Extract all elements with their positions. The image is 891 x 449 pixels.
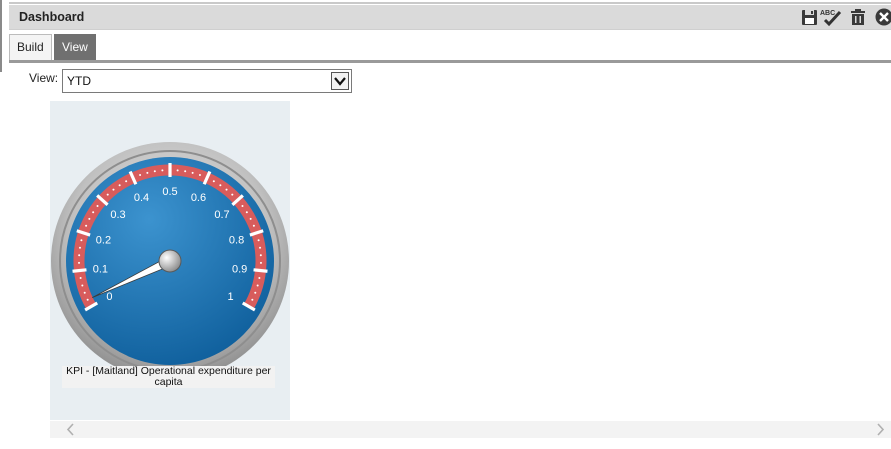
- gauge-tick-label: 0.9: [232, 263, 247, 275]
- gauge-tick-label: 0.7: [214, 209, 229, 221]
- gauge-minor-tick: [254, 291, 257, 294]
- gauge-minor-tick: [88, 217, 91, 220]
- gauge-panel: 0 0.1 0.2 0.3 0.4 0.5 0.6 0.7 0.8 0.9 1 KPI - [Mai…: [50, 101, 290, 420]
- gauge-caption: KPI - [Maitland] Operational expenditure…: [62, 366, 275, 388]
- gauge-minor-tick: [78, 254, 81, 257]
- gauge-minor-tick: [176, 169, 179, 172]
- gauge-minor-tick: [153, 170, 156, 173]
- gauge-tick-label: 0: [106, 291, 112, 303]
- gauge-tick-label: 0.8: [229, 234, 244, 246]
- gauge-minor-tick: [125, 180, 128, 183]
- gauge-minor-tick: [259, 261, 262, 264]
- gauge-minor-tick: [81, 284, 84, 287]
- spellcheck-icon[interactable]: ABC: [819, 7, 845, 27]
- gauge-minor-tick: [92, 211, 95, 214]
- gauge-minor-tick: [259, 254, 262, 257]
- gauge-minor-tick: [78, 246, 81, 249]
- view-select[interactable]: YTD: [62, 69, 352, 93]
- gauge-minor-tick: [252, 224, 255, 227]
- tab-divider: [9, 60, 891, 63]
- tab-build[interactable]: Build: [9, 34, 52, 60]
- gauge-major-tick: [72, 268, 87, 273]
- gauge-minor-tick: [80, 239, 83, 242]
- gauge-major-tick: [253, 268, 268, 273]
- gauge-minor-tick: [118, 184, 121, 187]
- gauge-minor-tick: [78, 261, 81, 264]
- gauge-minor-tick: [86, 298, 89, 301]
- gauge-minor-tick: [83, 291, 86, 294]
- gauge-tick-label: 0.1: [93, 263, 108, 275]
- view-label: View:: [29, 71, 59, 85]
- gauge-tick-label: 0.4: [134, 192, 149, 204]
- gauge-minor-tick: [139, 174, 142, 177]
- gauge-minor-tick: [85, 224, 88, 227]
- gauge-needle-cap: [158, 249, 182, 273]
- gauge-minor-tick: [258, 277, 261, 280]
- close-icon[interactable]: [873, 7, 891, 27]
- gauge-minor-tick: [184, 170, 187, 173]
- top-border: [9, 2, 891, 4]
- gauge-minor-tick: [256, 284, 259, 287]
- gauge-tick-label: 0.6: [191, 192, 206, 204]
- view-select-value: YTD: [67, 74, 91, 88]
- gauge-minor-tick: [225, 188, 228, 191]
- gauge-minor-tick: [219, 184, 222, 187]
- gauge-minor-tick: [106, 193, 109, 196]
- dashboard-header: Dashboard ABC: [9, 5, 891, 30]
- gauge-minor-tick: [251, 298, 254, 301]
- left-edge-rule: [0, 0, 2, 72]
- gauge-minor-tick: [198, 174, 201, 177]
- gauge-minor-tick: [146, 171, 149, 174]
- gauge-minor-tick: [241, 204, 244, 207]
- gauge-minor-tick: [245, 211, 248, 214]
- chevron-right-icon[interactable]: [872, 421, 889, 438]
- gauge-minor-tick: [79, 277, 82, 280]
- gauge-minor-tick: [212, 180, 215, 183]
- gauge-minor-tick: [112, 188, 115, 191]
- chevron-down-icon[interactable]: [331, 72, 349, 90]
- gauge-tick-label: 0.2: [96, 234, 111, 246]
- gauge-minor-tick: [249, 217, 252, 220]
- gauge-minor-tick: [96, 204, 99, 207]
- gauge-minor-tick: [161, 169, 164, 172]
- gauge-minor-tick: [259, 246, 262, 249]
- chevron-left-icon[interactable]: [62, 421, 79, 438]
- gauge-minor-tick: [257, 239, 260, 242]
- gauge-tick-label: 0.3: [110, 209, 125, 221]
- svg-text:ABC: ABC: [820, 10, 835, 17]
- save-icon[interactable]: [799, 7, 821, 27]
- delete-icon[interactable]: [847, 7, 869, 27]
- gauge-tick-label: 1: [228, 291, 234, 303]
- horizontal-scrollbar[interactable]: [50, 421, 891, 438]
- gauge-minor-tick: [231, 193, 234, 196]
- gauge-minor-tick: [191, 171, 194, 174]
- tab-view[interactable]: View: [54, 34, 96, 60]
- page-title: Dashboard: [19, 10, 85, 24]
- gauge-tick-label: 0.5: [162, 186, 177, 198]
